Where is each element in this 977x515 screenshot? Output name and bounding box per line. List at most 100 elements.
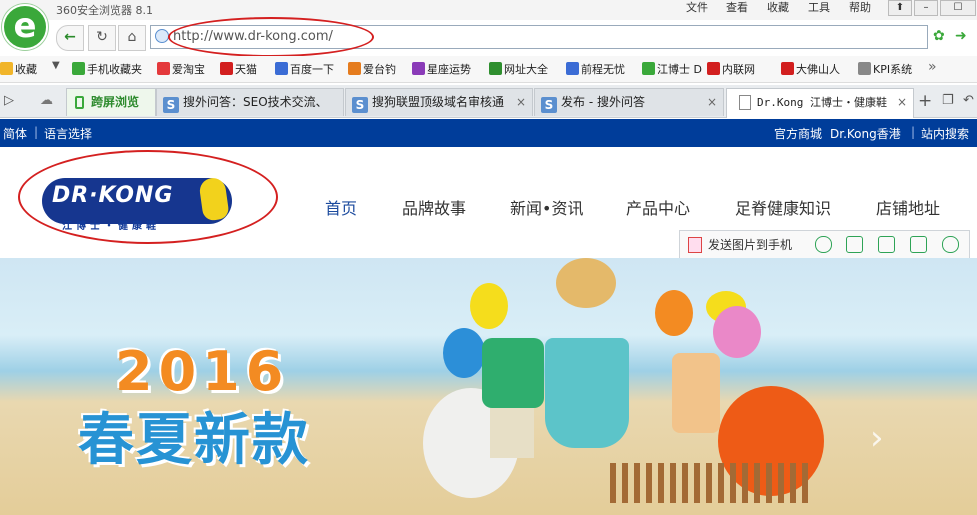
bookmark-10[interactable]: 内联网 [707,61,755,77]
girl-hat [556,258,616,308]
tab-label: Dr.Kong 江博士・健康鞋 [757,96,887,109]
sidebar-toggle-icon[interactable]: ▷ [4,93,14,108]
bookmark-9[interactable]: 江博士 D [642,61,702,77]
speed-icon[interactable]: ✿ [933,28,945,44]
save-icon[interactable] [878,236,895,253]
bookmark-label: 天猫 [235,63,257,76]
boy-figure [482,338,544,408]
link-drkong-hk[interactable]: Dr.Kong香港 [830,125,901,142]
nav-news[interactable]: 新闻•资讯 [510,195,583,219]
chevron-down-icon[interactable]: ▼ [52,60,60,71]
bookmark-label: 爱淘宝 [172,63,205,76]
menu-file[interactable]: 文件 [686,0,708,15]
new-tab-icon[interactable]: + [918,91,932,111]
tab-label: 搜狗联盟顶级域名审核通 [372,95,505,109]
tab-soseo[interactable]: S 搜外问答：SEO技术交流、 [156,88,344,116]
nav-brand-story[interactable]: 品牌故事 [402,195,466,219]
lang-simplified[interactable]: 简体 [3,125,27,142]
go-arrow-icon[interactable]: ➜ [955,28,967,44]
hand-icon [566,62,579,75]
bookmark-label: 前程无忧 [581,63,625,76]
bookmark-1[interactable]: 手机收藏夹 [72,61,142,77]
tab-label: 搜外问答：SEO技术交流、 [183,95,328,109]
home-icon[interactable]: ⌂ [118,25,146,51]
bookmark-4[interactable]: 百度一下 [275,61,334,77]
next-slide-icon[interactable]: › [870,418,884,458]
tab-list-icon[interactable]: ❐ [942,93,954,108]
menu-tools[interactable]: 工具 [808,0,830,15]
bookmark-label: 手机收藏夹 [87,63,142,76]
bookmark-12[interactable]: KPI系统 [858,61,912,77]
share-icon[interactable] [910,236,927,253]
tab-sogou-union[interactable]: S 搜狗联盟顶级域名审核通 × [345,88,533,116]
close-tab-icon[interactable]: × [897,89,907,115]
annotation-circle-logo [18,150,278,244]
settings-gear-icon[interactable] [942,236,959,253]
phone-icon [72,62,85,75]
bookmark-5[interactable]: 爱台钓 [348,61,396,77]
annotation-circle-url [168,17,374,57]
page-icon [739,95,751,110]
tab-label: 发布 - 搜外问答 [561,95,645,109]
tab-cross-screen[interactable]: 跨屏浏览 [66,88,156,116]
close-tab-icon[interactable]: × [707,89,717,115]
undo-icon[interactable]: ↶ [963,93,974,108]
nav-products[interactable]: 产品中心 [626,195,690,219]
bookmark-label: 星座运势 [427,63,471,76]
cloud-save-icon[interactable] [815,236,832,253]
browser-title: 360安全浏览器 8.1 [56,4,153,17]
bookmark-7[interactable]: 网址大全 [489,61,548,77]
tab-publish[interactable]: S 发布 - 搜外问答 × [534,88,724,116]
menu-help[interactable]: 帮助 [849,0,871,15]
bookmark-2[interactable]: 爱淘宝 [157,61,205,77]
maximize-icon[interactable]: ☐ [940,0,976,16]
banner-year: 2016 [115,340,290,403]
tab-drkong[interactable]: Dr.Kong 江博士・健康鞋 × [726,88,914,118]
link-site-search[interactable]: 站内搜索 [921,125,969,142]
close-tab-icon[interactable]: × [516,89,526,115]
send-image-icon [688,237,702,253]
bookmark-label: 百度一下 [290,63,334,76]
more-bookmarks-icon[interactable]: » [928,59,937,75]
fullscreen-icon[interactable] [846,236,863,253]
menu-view[interactable]: 查看 [726,0,748,15]
page-globe-icon [155,29,169,43]
page-icon [858,62,871,75]
link-official-store[interactable]: 官方商城 [774,125,822,142]
bookmark-3[interactable]: 天猫 [220,61,257,77]
nav-home[interactable]: 首页 [325,195,357,219]
boy-shorts [490,408,534,458]
bookmark-label: 江博士 D [657,63,702,76]
lang-select[interactable]: 语言选择 [44,125,92,142]
tab-label: 跨屏浏览 [91,95,140,109]
bookmark-8[interactable]: 前程无忧 [566,61,625,77]
bookmark-label: 网址大全 [504,63,548,76]
back-arrow-icon[interactable]: ← [56,25,84,51]
nav-foot-health[interactable]: 足脊健康知识 [735,195,831,219]
plus-icon [489,62,502,75]
yellow-balloon [470,283,508,329]
nav-store-address[interactable]: 店铺地址 [876,195,940,219]
sogou-s-icon: S [163,97,179,113]
pin-icon[interactable]: ⬆ [888,0,912,16]
taobao-icon [157,62,170,75]
flag-icon [781,62,794,75]
girl-dress [545,338,629,448]
star-icon [0,62,13,75]
bookmark-0[interactable]: 收藏 [0,61,37,77]
orange-balloon [655,290,693,336]
banner-slogan: 春夏新款 [78,408,310,473]
star-icon [412,62,425,75]
bookmark-6[interactable]: 星座运势 [412,61,471,77]
baidu-icon [275,62,288,75]
send-image-to-phone[interactable]: 发送图片到手机 [708,236,792,253]
cloud-icon[interactable]: ☁ [40,93,53,108]
bookmark-label: KPI系统 [873,63,913,76]
share-toolbar: 发送图片到手机 [679,230,970,259]
menu-favorites[interactable]: 收藏 [767,0,789,15]
minimize-icon[interactable]: – [914,0,938,16]
pink-balloon [713,306,761,358]
refresh-icon[interactable]: ↻ [88,25,116,51]
bookmark-label: 大佛山人 [796,63,840,76]
bookmark-11[interactable]: 大佛山人 [781,61,840,77]
